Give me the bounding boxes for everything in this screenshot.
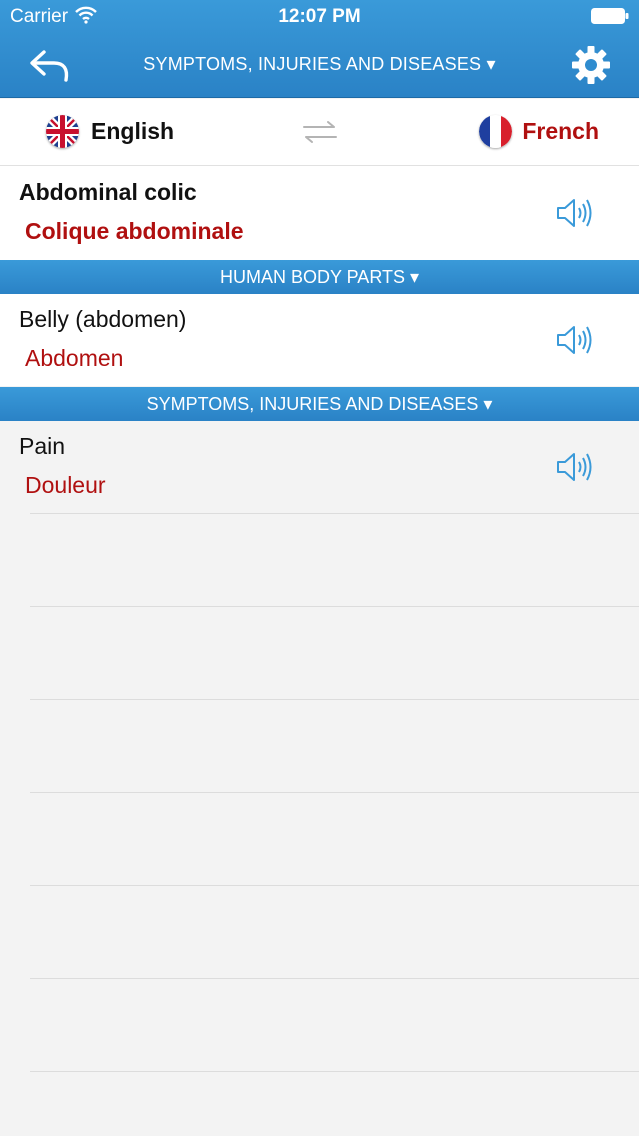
back-arrow-icon[interactable] (28, 46, 74, 86)
phrase-row[interactable]: Belly (abdomen) Abdomen (0, 294, 639, 386)
target-language-button[interactable]: French (479, 115, 599, 148)
phrase-row[interactable]: Pain Douleur (0, 421, 639, 513)
language-bar: English French (0, 99, 639, 166)
source-language-label: English (91, 118, 175, 144)
phrase-row[interactable]: Abdominal colic Colique abdominale (0, 166, 639, 260)
gear-icon[interactable] (571, 45, 611, 85)
phrase-term: Pain (19, 433, 66, 459)
phrase-translation: Douleur (25, 472, 106, 498)
app-screen: Carrier 12:07 PM SYMPTOMS, INJURIES AND … (0, 0, 639, 1136)
list-divider (30, 978, 639, 979)
category-selector[interactable]: SYMPTOMS, INJURIES AND DISEASES ▾ (120, 54, 519, 75)
list-divider (30, 885, 639, 886)
swap-arrows-icon[interactable] (300, 119, 340, 145)
source-language-button[interactable]: English (46, 115, 174, 148)
list-divider (30, 513, 639, 514)
uk-flag-icon (46, 115, 79, 148)
top-bar: Carrier 12:07 PM SYMPTOMS, INJURIES AND … (0, 0, 639, 98)
status-time: 12:07 PM (278, 6, 361, 27)
section-header-body-parts[interactable]: HUMAN BODY PARTS ▾ (0, 260, 639, 294)
list-divider (30, 1071, 639, 1072)
speaker-icon[interactable] (555, 323, 593, 357)
phrase-term: Abdominal colic (19, 179, 197, 205)
speaker-icon[interactable] (555, 196, 593, 230)
france-flag-icon (479, 115, 513, 148)
target-language-label: French (522, 118, 599, 144)
section-header-symptoms[interactable]: SYMPTOMS, INJURIES AND DISEASES ▾ (0, 387, 639, 421)
phrase-translation: Colique abdominale (25, 218, 244, 244)
phrase-translation: Abdomen (25, 345, 124, 371)
phrase-term: Belly (abdomen) (19, 306, 187, 332)
status-bar: Carrier 12:07 PM (0, 0, 639, 34)
list-divider (30, 606, 639, 607)
battery-icon (591, 8, 629, 24)
list-divider (30, 792, 639, 793)
nav-bar: SYMPTOMS, INJURIES AND DISEASES ▾ (0, 34, 639, 98)
speaker-icon[interactable] (555, 450, 593, 484)
list-divider (30, 699, 639, 700)
